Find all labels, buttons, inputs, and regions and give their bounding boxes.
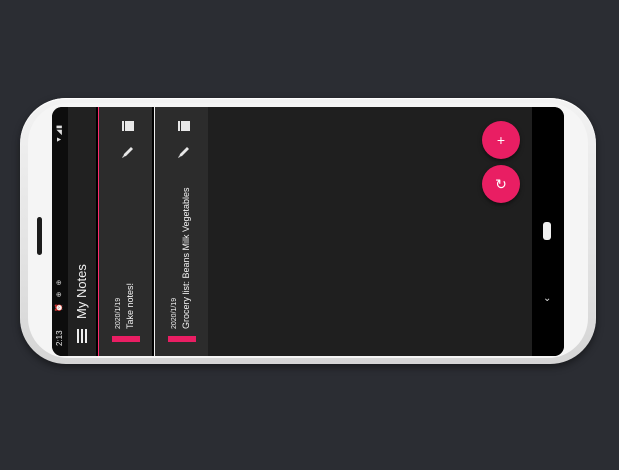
note-accent-bar <box>112 336 140 342</box>
note-card[interactable]: 2020/1/19 Grocery list: Beans Milk Veget… <box>154 107 209 356</box>
note-text: Grocery list: Beans Milk Vegetables <box>181 187 191 329</box>
refresh-button[interactable]: ↻ <box>482 165 520 203</box>
note-card[interactable]: 2020/1/19 Take notes! <box>98 107 152 356</box>
add-note-button[interactable]: + <box>482 121 520 159</box>
edit-icon[interactable] <box>177 145 191 159</box>
status-bar: 2:13 ⏰ ⊕ ⊕ ▼◢▮ <box>52 107 68 356</box>
status-time: 2:13 <box>55 330 64 346</box>
toolbar: My Notes <box>68 107 96 356</box>
note-accent-bar <box>168 336 196 342</box>
note-date: 2020/1/19 <box>171 297 178 329</box>
trash-icon[interactable] <box>121 119 135 133</box>
earpiece <box>37 217 42 255</box>
trash-icon[interactable] <box>177 119 191 133</box>
phone-screen: 2:13 ⏰ ⊕ ⊕ ▼◢▮ My Notes 2020/1/19 Take n… <box>52 107 564 356</box>
note-date: 2020/1/19 <box>115 297 122 329</box>
navigation-bar: ⌄ <box>532 107 564 356</box>
status-notification-icons: ⏰ ⊕ ⊕ <box>56 277 63 312</box>
refresh-icon: ↻ <box>495 175 507 192</box>
note-text: Take notes! <box>125 282 135 329</box>
plus-icon: + <box>496 132 506 148</box>
home-button[interactable] <box>543 222 551 240</box>
chevron-down-icon[interactable]: ⌄ <box>543 293 551 304</box>
hamburger-icon[interactable] <box>77 329 88 343</box>
edit-icon[interactable] <box>121 145 135 159</box>
page-title: My Notes <box>74 264 89 319</box>
status-system-icons: ▼◢▮ <box>56 123 63 143</box>
stage: 2:13 ⏰ ⊕ ⊕ ▼◢▮ My Notes 2020/1/19 Take n… <box>0 0 619 470</box>
